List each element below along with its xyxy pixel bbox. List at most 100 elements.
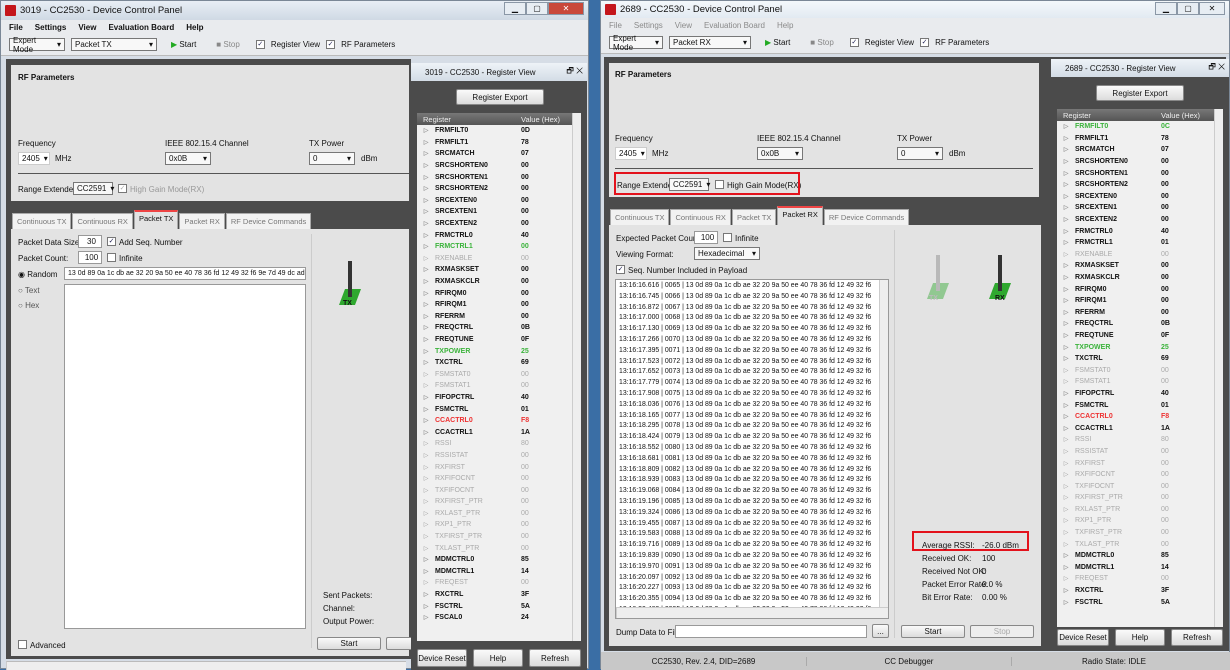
- menu-file[interactable]: File: [609, 21, 622, 30]
- start-button[interactable]: ▶ Start: [765, 38, 790, 47]
- start-button[interactable]: Start: [317, 637, 381, 650]
- register-row[interactable]: ▷ RFIRQM0 00: [417, 287, 581, 299]
- register-view-checkbox[interactable]: ✓: [255, 40, 265, 49]
- register-row[interactable]: ▷ SRCMATCH 07: [1057, 144, 1223, 156]
- expand-arrow-icon[interactable]: ▷: [1057, 193, 1075, 200]
- register-row[interactable]: ▷ TXFIFOCNT 00: [1057, 480, 1223, 492]
- register-row[interactable]: ▷ RXFIFOCNT 00: [417, 473, 581, 485]
- register-row[interactable]: ▷ FIFOPCTRL 40: [417, 392, 581, 404]
- stop-button[interactable]: Stop: [970, 625, 1034, 638]
- help-button[interactable]: Help: [473, 649, 523, 667]
- register-row[interactable]: ▷ SRCEXTEN1 00: [1057, 202, 1223, 214]
- expand-arrow-icon[interactable]: ▷: [417, 290, 435, 297]
- expand-arrow-icon[interactable]: ▷: [1057, 239, 1075, 246]
- expand-arrow-icon[interactable]: ▷: [1057, 413, 1075, 420]
- expand-arrow-icon[interactable]: ▷: [1057, 146, 1075, 153]
- expand-arrow-icon[interactable]: ▷: [1057, 204, 1075, 211]
- expand-arrow-icon[interactable]: ▷: [417, 429, 435, 436]
- menu-help[interactable]: Help: [186, 23, 203, 32]
- frequency-select[interactable]: 2405: [615, 147, 647, 160]
- rf-parameters-checkbox[interactable]: ✓: [920, 38, 930, 47]
- register-row[interactable]: ▷ RXFIRST 00: [1057, 457, 1223, 469]
- expand-arrow-icon[interactable]: ▷: [1057, 529, 1075, 536]
- expand-arrow-icon[interactable]: ▷: [1057, 436, 1075, 443]
- expand-arrow-icon[interactable]: ▷: [417, 185, 435, 192]
- packet-count-input[interactable]: 100: [78, 251, 102, 264]
- register-row[interactable]: ▷ RXFIRST 00: [417, 461, 581, 473]
- expand-arrow-icon[interactable]: ▷: [417, 150, 435, 157]
- register-row[interactable]: ▷ FRMCTRL0 40: [417, 229, 581, 241]
- expand-arrow-icon[interactable]: ▷: [417, 487, 435, 494]
- data-size-input[interactable]: 30: [78, 235, 102, 248]
- expand-arrow-icon[interactable]: ▷: [1057, 158, 1075, 165]
- register-row[interactable]: ▷ TXCTRL 69: [417, 357, 581, 369]
- expand-arrow-icon[interactable]: ▷: [1057, 123, 1075, 130]
- register-row[interactable]: ▷ SRCEXTEN0 00: [417, 195, 581, 207]
- log-horizontal-scrollbar[interactable]: [616, 607, 888, 618]
- viewing-format-select[interactable]: Hexadecimal: [694, 247, 760, 260]
- register-row[interactable]: ▷ FSMCTRL 01: [417, 403, 581, 415]
- register-row[interactable]: ▷ FRMFILT1 78: [1057, 133, 1223, 145]
- start-button[interactable]: Start: [901, 625, 965, 638]
- register-row[interactable]: ▷ SRCEXTEN0 00: [1057, 191, 1223, 203]
- menu-evaluation-board[interactable]: Evaluation Board: [704, 21, 765, 30]
- expand-arrow-icon[interactable]: ▷: [417, 243, 435, 250]
- expand-arrow-icon[interactable]: ▷: [1057, 494, 1075, 501]
- minimize-button[interactable]: ▁: [1155, 2, 1177, 15]
- expand-arrow-icon[interactable]: ▷: [1057, 344, 1075, 351]
- expand-arrow-icon[interactable]: ▷: [417, 336, 435, 343]
- register-row[interactable]: ▷ RSSI 80: [417, 438, 581, 450]
- register-row[interactable]: ▷ FREQTUNE 0F: [417, 334, 581, 346]
- register-row[interactable]: ▷ SRCSHORTEN2 00: [1057, 179, 1223, 191]
- expand-arrow-icon[interactable]: ▷: [1057, 402, 1075, 409]
- register-row[interactable]: ▷ CCACTRL1 1A: [1057, 422, 1223, 434]
- register-row[interactable]: ▷ TXFIRST_PTR 00: [1057, 527, 1223, 539]
- expand-arrow-icon[interactable]: ▷: [1057, 228, 1075, 235]
- register-row[interactable]: ▷ SRCSHORTEN0 00: [417, 160, 581, 172]
- register-row[interactable]: ▷ SRCSHORTEN1 00: [1057, 167, 1223, 179]
- register-row[interactable]: ▷ RXMASKSET 00: [1057, 260, 1223, 272]
- received-packets-log[interactable]: 13:16:16.616 | 0065 | 13 0d 89 0a 1c db …: [615, 279, 889, 619]
- expand-arrow-icon[interactable]: ▷: [1057, 320, 1075, 327]
- register-row[interactable]: ▷ FSMSTAT1 00: [417, 380, 581, 392]
- register-row[interactable]: ▷ SRCEXTEN1 00: [417, 206, 581, 218]
- register-row[interactable]: ▷ FSMSTAT1 00: [1057, 376, 1223, 388]
- expand-arrow-icon[interactable]: ▷: [1057, 297, 1075, 304]
- register-row[interactable]: ▷ FSCTRL 5A: [1057, 596, 1223, 608]
- register-row[interactable]: ▷ CCACTRL0 F8: [417, 415, 581, 427]
- expand-arrow-icon[interactable]: ▷: [417, 533, 435, 540]
- function-select[interactable]: Packet TX: [71, 38, 157, 51]
- expand-arrow-icon[interactable]: ▷: [417, 521, 435, 528]
- menu-help[interactable]: Help: [777, 21, 793, 30]
- expand-arrow-icon[interactable]: ▷: [1057, 587, 1075, 594]
- advanced-checkbox[interactable]: [18, 640, 27, 649]
- register-row[interactable]: ▷ RXP1_PTR 00: [417, 519, 581, 531]
- rf-parameters-checkbox[interactable]: ✓: [326, 40, 336, 49]
- register-row[interactable]: ▷ FRMFILT1 78: [417, 137, 581, 149]
- register-row[interactable]: ▷ FIFOPCTRL 40: [1057, 388, 1223, 400]
- high-gain-checkbox[interactable]: ✓: [118, 184, 127, 193]
- register-row[interactable]: ▷ RXMASKSET 00: [417, 264, 581, 276]
- expand-arrow-icon[interactable]: ▷: [417, 278, 435, 285]
- text-radio[interactable]: ○ Text: [18, 286, 40, 295]
- expand-arrow-icon[interactable]: ▷: [417, 406, 435, 413]
- register-row[interactable]: ▷ RXP1_PTR 00: [1057, 515, 1223, 527]
- expand-arrow-icon[interactable]: ▷: [1057, 332, 1075, 339]
- register-row[interactable]: ▷ FRMFILT0 0D: [417, 125, 581, 137]
- browse-button[interactable]: ...: [872, 624, 889, 638]
- expand-arrow-icon[interactable]: ▷: [417, 208, 435, 215]
- expand-arrow-icon[interactable]: ▷: [1057, 425, 1075, 432]
- register-row[interactable]: ▷ RFERRM 00: [1057, 307, 1223, 319]
- log-vertical-scrollbar[interactable]: [879, 280, 888, 608]
- expand-arrow-icon[interactable]: ▷: [417, 162, 435, 169]
- register-row[interactable]: ▷ MDMCTRL0 85: [417, 554, 581, 566]
- tab-continuous-tx[interactable]: Continuous TX: [610, 209, 670, 225]
- register-row[interactable]: ▷ TXLAST_PTR 00: [417, 542, 581, 554]
- range-extender-select[interactable]: CC2591: [73, 182, 113, 195]
- payload-textarea[interactable]: [64, 284, 306, 629]
- expand-arrow-icon[interactable]: ▷: [1057, 274, 1075, 281]
- mode-select[interactable]: Expert Mode: [9, 36, 65, 54]
- expand-arrow-icon[interactable]: ▷: [417, 556, 435, 563]
- expand-arrow-icon[interactable]: ▷: [1057, 378, 1075, 385]
- expand-arrow-icon[interactable]: ▷: [417, 127, 435, 134]
